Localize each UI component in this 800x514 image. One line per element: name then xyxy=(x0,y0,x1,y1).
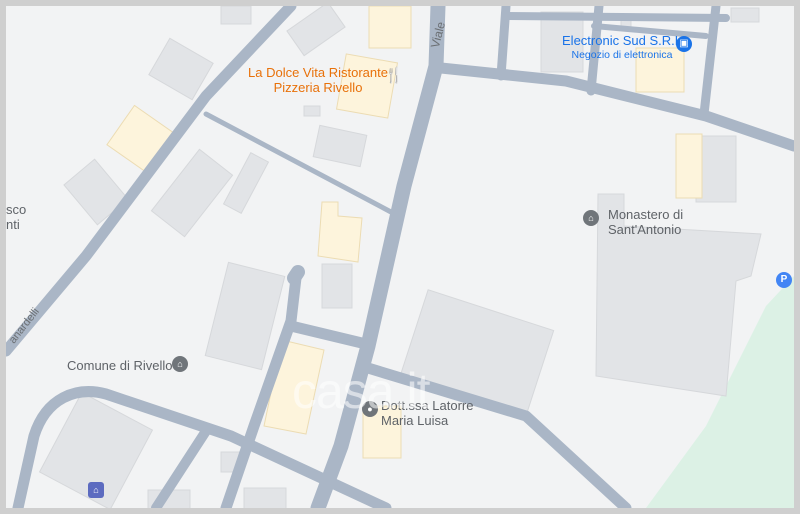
edge-place-label: sco nti xyxy=(6,202,26,232)
poi-restaurant[interactable]: La Dolce Vita Ristorante Pizzeria Rivell… xyxy=(248,65,388,95)
restaurant-icon[interactable]: 🍴 xyxy=(385,68,404,84)
parking-icon[interactable]: P xyxy=(776,272,792,288)
school-icon[interactable]: ⌂ xyxy=(88,482,104,498)
watermark: casa.it xyxy=(292,363,431,419)
shopping-bag-icon[interactable]: ▣ xyxy=(676,36,692,52)
map-view[interactable]: Viale anardelli sco nti La Dolce Vita Ri… xyxy=(0,0,800,514)
town-hall-icon[interactable]: ⌂ xyxy=(172,356,188,372)
poi-monastery[interactable]: Monastero di Sant'Antonio xyxy=(608,207,683,237)
poi-electronics[interactable]: Electronic Sud S.R.L Negozio di elettron… xyxy=(558,33,686,63)
restaurant-name-line2: Pizzeria Rivello xyxy=(273,80,363,95)
restaurant-name-line1: La Dolce Vita Ristorante xyxy=(248,65,388,80)
top-right-road xyxy=(435,62,794,152)
edge-label-line1: sco xyxy=(6,202,27,217)
monastery-icon[interactable]: ⌂ xyxy=(583,210,599,226)
edge-label-line2: nti xyxy=(6,217,20,232)
monastery-name-line1: Monastero di xyxy=(608,207,684,222)
monastery-name-line2: Sant'Antonio xyxy=(608,222,682,237)
electronics-name: Electronic Sud S.R.L xyxy=(562,33,682,48)
electronics-category: Negozio di elettronica xyxy=(571,49,673,61)
poi-town-hall[interactable]: Comune di Rivello xyxy=(67,358,173,373)
